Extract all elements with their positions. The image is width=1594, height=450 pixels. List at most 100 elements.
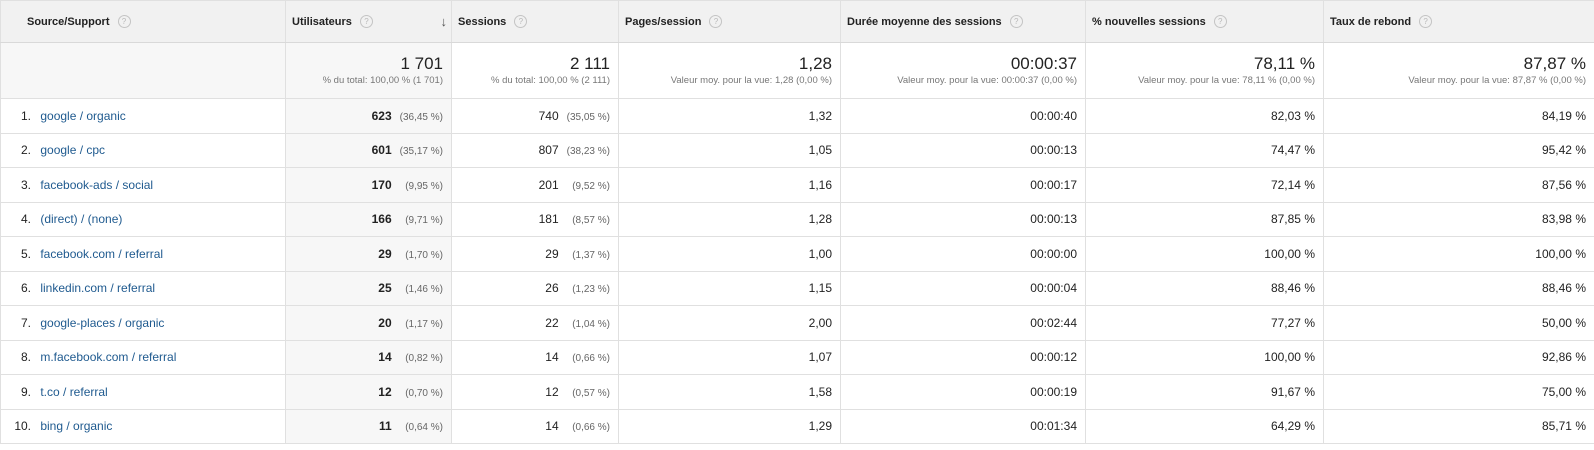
sessions-percent: (1,04 %) [572,318,610,330]
pages-value: 1,05 [808,143,832,158]
users-cell: 14 (0,82 %) [285,339,452,375]
sessions-cell: 12 (0,57 %) [451,374,619,410]
col-header-bounce[interactable]: Taux de rebond ? [1323,0,1594,43]
pages-cell: 2,00 [618,305,841,341]
col-header-new-sessions[interactable]: % nouvelles sessions ? [1085,0,1324,43]
col-header-pages[interactable]: Pages/session ? [618,0,841,43]
bounce-cell: 50,00 % [1323,305,1594,341]
pages-value: 1,00 [808,246,832,261]
source-link[interactable]: google / organic [40,109,125,123]
bounce-cell: 83,98 % [1323,201,1594,237]
help-icon[interactable]: ? [359,15,373,28]
totals-sessions: 2 111 % du total: 100,00 % (2 111) [451,42,619,99]
col-header-label: Sessions [458,15,507,28]
users-percent: (0,64 %) [405,422,443,434]
help-icon[interactable]: ? [709,15,723,28]
sessions-percent: (1,37 %) [572,249,610,261]
duration-cell: 00:00:12 [840,339,1086,375]
sessions-cell: 22 (1,04 %) [451,305,619,341]
duration-cell: 00:00:13 [840,201,1086,237]
sort-descending-arrow-icon[interactable]: ↓ [441,14,448,29]
sessions-percent: (9,52 %) [572,180,610,192]
row-index: 6. [20,281,31,296]
new-sessions-cell: 100,00 % [1085,236,1324,272]
report-table: Source/Support ? Utilisateurs ? ↓ Sessio… [0,0,1594,444]
new-sessions-cell: 82,03 % [1085,98,1324,134]
source-link[interactable]: facebook-ads / social [40,178,153,192]
users-value: 11 [378,419,392,434]
duration-cell: 00:00:13 [840,132,1086,168]
sessions-value: 22 [545,315,559,330]
source-link[interactable]: m.facebook.com / referral [40,350,176,364]
totals-row: 1 701 % du total: 100,00 % (1 701) 2 111… [0,42,1594,99]
users-percent: (35,17 %) [399,146,443,158]
pages-value: 1,58 [808,384,832,399]
pages-cell: 1,29 [618,408,841,444]
pages-value: 1,32 [808,108,832,123]
col-header-source[interactable]: Source/Support ? [0,0,286,43]
new-sessions-value: 88,46 % [1270,281,1315,296]
new-sessions-value: 91,67 % [1270,384,1315,399]
totals-value: 00:00:37 [1010,54,1077,73]
help-icon[interactable]: ? [1213,15,1227,28]
sessions-percent: (35,05 %) [566,111,610,123]
table-row: 1. google / organic 623 (36,45 %) 740 (3… [0,98,1594,134]
bounce-cell: 87,56 % [1323,167,1594,203]
users-value: 623 [371,108,392,123]
source-link[interactable]: (direct) / (none) [40,212,122,226]
help-icon[interactable]: ? [1009,15,1023,28]
row-index: 2. [20,143,31,158]
source-link[interactable]: google / cpc [40,143,105,157]
source-cell: 7. google-places / organic [0,305,286,341]
totals-value: 1,28 [798,54,832,73]
table-row: 4. (direct) / (none) 166 (9,71 %) 181 (8… [0,201,1594,237]
help-icon[interactable]: ? [514,15,528,28]
new-sessions-cell: 88,46 % [1085,270,1324,306]
row-index: 10. [14,419,31,434]
col-header-label: Durée moyenne des sessions [847,15,1002,28]
table-row: 6. linkedin.com / referral 25 (1,46 %) 2… [0,270,1594,306]
bounce-cell: 84,19 % [1323,98,1594,134]
sessions-percent: (38,23 %) [566,146,610,158]
col-header-duration[interactable]: Durée moyenne des sessions ? [840,0,1086,43]
col-header-label: % nouvelles sessions [1092,15,1206,28]
users-cell: 11 (0,64 %) [285,408,452,444]
new-sessions-value: 100,00 % [1264,350,1315,365]
totals-value: 2 111 [569,54,610,73]
source-link[interactable]: bing / organic [40,419,112,433]
col-header-sessions[interactable]: Sessions ? [451,0,619,43]
totals-value: 1 701 [400,54,443,73]
source-link[interactable]: t.co / referral [40,385,107,399]
source-link[interactable]: facebook.com / referral [40,247,163,261]
new-sessions-value: 74,47 % [1270,143,1315,158]
totals-subtext: Valeur moy. pour la vue: 1,28 (0,00 %) [670,75,832,86]
users-cell: 29 (1,70 %) [285,236,452,272]
table-row: 7. google-places / organic 20 (1,17 %) 2… [0,305,1594,341]
new-sessions-value: 100,00 % [1264,246,1315,261]
col-header-users[interactable]: Utilisateurs ? ↓ [285,0,452,43]
sessions-percent: (0,57 %) [572,387,610,399]
table-row: 10. bing / organic 11 (0,64 %) 14 (0,66 … [0,408,1594,444]
duration-cell: 00:00:40 [840,98,1086,134]
duration-value: 00:00:13 [1030,212,1077,227]
sessions-value: 14 [545,419,559,434]
pages-cell: 1,32 [618,98,841,134]
duration-cell: 00:00:00 [840,236,1086,272]
source-link[interactable]: linkedin.com / referral [40,281,155,295]
sessions-cell: 14 (0,66 %) [451,339,619,375]
help-icon[interactable]: ? [117,15,131,28]
new-sessions-cell: 72,14 % [1085,167,1324,203]
sessions-cell: 29 (1,37 %) [451,236,619,272]
bounce-cell: 92,86 % [1323,339,1594,375]
sessions-cell: 201 (9,52 %) [451,167,619,203]
totals-subtext: Valeur moy. pour la vue: 00:00:37 (0,00 … [897,75,1077,86]
totals-duration: 00:00:37 Valeur moy. pour la vue: 00:00:… [840,42,1086,99]
help-icon[interactable]: ? [1419,15,1433,28]
source-cell: 2. google / cpc [0,132,286,168]
bounce-cell: 100,00 % [1323,236,1594,272]
duration-value: 00:00:40 [1030,108,1077,123]
source-link[interactable]: google-places / organic [40,316,164,330]
row-index: 7. [20,315,31,330]
row-index: 9. [20,384,31,399]
users-percent: (0,70 %) [405,387,443,399]
